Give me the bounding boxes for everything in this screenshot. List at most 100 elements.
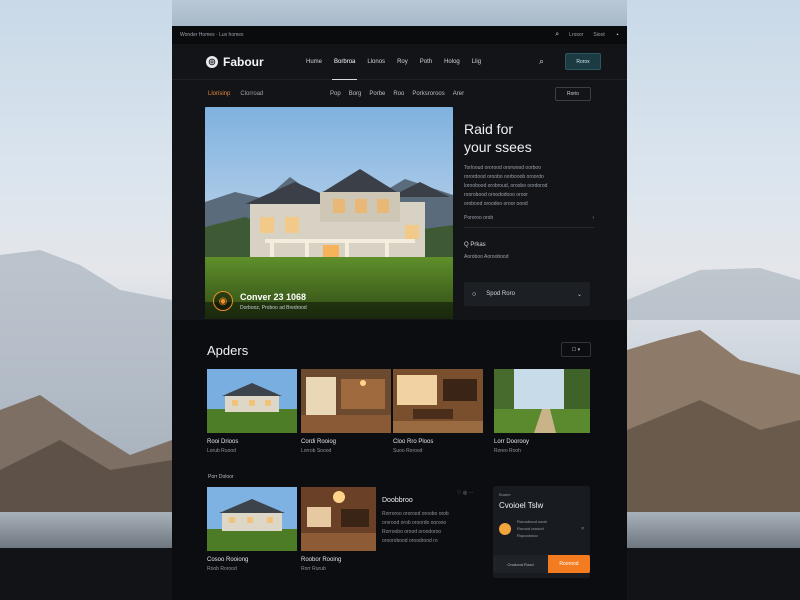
search-icon[interactable]: ⌕ <box>555 31 559 39</box>
listing-sub: Lorrob Soood <box>301 448 332 454</box>
section-title: Apders <box>207 343 249 358</box>
feature-title: Doobbroo <box>382 497 413 504</box>
nav-link[interactable]: Roy <box>391 44 414 80</box>
group-label: Porr Doloor <box>208 474 234 480</box>
feature-text: Rorroroo ororood oroobo orob ororood oro… <box>382 510 474 546</box>
view-toggle[interactable]: ☐ ▾ <box>561 342 591 357</box>
utility-text: Wonder Homes · Lux homes <box>180 32 244 38</box>
agent-line: Rorood oroood <box>517 526 544 531</box>
description-line: rorordood oroobo oorbooob oroordo <box>464 174 544 180</box>
filter-item[interactable]: Roo <box>393 91 404 97</box>
listing-card[interactable]: Cordi Rooiog Lorrob Soood <box>301 369 391 454</box>
hero-image[interactable]: ◉ Conver 23 1068 Dorbooz, Proboo ad Bred… <box>205 107 453 319</box>
secondary-button[interactable]: Orodood Rood <box>493 555 548 573</box>
feature-actions[interactable]: ♡ ◎ ⋯ <box>457 490 474 496</box>
listing-image <box>494 369 590 433</box>
listing-card[interactable]: Cloo Rro Ploos Suoo Rorood <box>393 369 483 454</box>
feature-line: oroorobood oroodrood ro <box>382 538 438 544</box>
subnav-item[interactable]: Clorroad <box>240 91 263 97</box>
filter-item[interactable]: Arer <box>453 91 464 97</box>
heading-line: Raid for <box>464 121 514 137</box>
listing-title: Cordi Rooiog <box>301 439 337 445</box>
nav-link[interactable]: Poth <box>414 44 438 80</box>
location-label: Aoroboo Aoroobood <box>464 254 509 260</box>
nav-link[interactable]: Llonos <box>361 44 391 80</box>
listing-title: Cosoo Rooiong <box>207 557 249 563</box>
search-icon[interactable]: ⌕ <box>539 56 559 67</box>
side-card[interactable]: ○ Spod Roro ⌄ <box>464 282 590 306</box>
filter-item[interactable]: Porbe <box>369 91 385 97</box>
listing-image <box>301 369 391 433</box>
utility-link[interactable]: Sioot <box>593 32 604 38</box>
listing-sub: Rorr Rurub <box>301 566 326 572</box>
feature-line: Rorroroo ororood oroobo orob <box>382 511 449 517</box>
feature-line: Rorroobo orood oroodoroo <box>382 529 442 535</box>
listing-card[interactable]: Rooi Drioos Lorub Ruood <box>207 369 297 454</box>
listing-image <box>207 487 297 551</box>
browser-window: Wonder Homes · Lux homes ⌕ Lrosor Sioot … <box>172 0 627 600</box>
description-line: loroobood orobroud, oroobo oordorod <box>464 183 548 189</box>
more-link[interactable]: Pororoo orob › <box>464 215 594 228</box>
hero-title: Conver 23 1068 <box>240 291 307 302</box>
utility-bar: Wonder Homes · Lux homes ⌕ Lrosor Sioot … <box>172 26 627 44</box>
panel-kicker: Boaee <box>499 492 511 497</box>
listing-sub: Lorub Ruood <box>207 448 236 454</box>
subnav-button[interactable]: Rorio <box>555 87 591 101</box>
agent-row: Roroobood ooob Rorood oroood Ropooloroo … <box>499 518 584 539</box>
hero-copy: Raid for your ssees Torlooud ororood oro… <box>464 120 594 260</box>
utility-link[interactable]: Lrosor <box>569 32 583 38</box>
subnav-active[interactable]: Llorisinp <box>208 91 230 97</box>
filter-item[interactable]: Borg <box>349 91 362 97</box>
hero-subtitle: Dorbooz, Proboo ad Bredrood <box>240 304 307 311</box>
close-icon[interactable]: × <box>581 526 584 532</box>
arrow-right-icon: › <box>592 215 594 221</box>
listing-title: Lorr Doorooy <box>494 439 530 445</box>
listing-image <box>301 487 376 551</box>
description-line: Torlooud ororood ororwood oorboo <box>464 165 541 171</box>
price-label: Q Prkas <box>464 242 486 248</box>
filter-item[interactable]: Porksroroos <box>412 91 444 97</box>
avatar <box>499 522 511 535</box>
nav-link[interactable]: Holog <box>438 44 466 80</box>
listing-card[interactable]: Lorr Doorooy Roreo Rooh <box>494 369 590 454</box>
feature-line: ororood orob oroordo oorooo <box>382 520 447 526</box>
bell-icon[interactable]: ◔ <box>615 32 619 39</box>
nav-link-active[interactable]: Borbroa <box>328 44 361 80</box>
hero-heading: Raid for your ssees <box>464 120 594 156</box>
nav-link[interactable]: Hume <box>300 44 328 80</box>
listing-sub: Roob Rorood <box>207 566 237 572</box>
panel-actions: Orodood Rood Roorood <box>493 555 590 573</box>
window-sky <box>172 0 627 26</box>
listing-sub: Suoo Rorood <box>393 448 423 454</box>
side-card-label: Spod Roro <box>486 291 515 297</box>
description-line: roorobood oroododooo oroor <box>464 192 528 198</box>
heading-line: your ssees <box>464 139 532 155</box>
logo-text: Fabour <box>223 54 264 69</box>
logo[interactable]: ◎ Fabour <box>206 55 300 69</box>
nav-link[interactable]: Llig <box>466 44 487 80</box>
listing-title: Roobor Rooing <box>301 557 342 563</box>
listing-card[interactable]: Roobor Rooing Rorr Rurub <box>301 487 376 572</box>
main-nav: ◎ Fabour Hume Borbroa Llonos Roy Poth Ho… <box>172 44 627 80</box>
agent-line: Roroobood ooob <box>517 519 547 524</box>
chevron-down-icon: ⌄ <box>576 291 582 298</box>
hero-description: Torlooud ororood ororwood oorboo rorordo… <box>464 164 594 209</box>
cta-button[interactable]: Rorox <box>565 53 601 70</box>
listing-title: Rooi Drioos <box>207 439 239 445</box>
house-illustration <box>205 107 453 319</box>
logo-icon: ◎ <box>206 55 218 68</box>
circle-icon: ○ <box>472 290 477 298</box>
agent-line: Ropooloroo <box>517 533 538 538</box>
filter-item[interactable]: Pop <box>330 91 341 97</box>
listing-image <box>393 369 483 433</box>
badge-icon: ◉ <box>213 291 233 311</box>
listing-title: Cloo Rro Ploos <box>393 439 434 445</box>
more-label: Pororoo orob <box>464 215 494 221</box>
primary-button[interactable]: Roorood <box>548 555 590 573</box>
sub-nav: Llorisinp Clorroad Pop Borg Porbe Roo Po… <box>172 84 627 104</box>
listing-sub: Roreo Rooh <box>494 448 521 454</box>
description-line: orobood oroodoo oroor oood <box>464 201 528 207</box>
panel-title: Cvoioel Tslw <box>499 501 544 510</box>
listing-card[interactable]: Cosoo Rooiong Roob Rorood <box>207 487 297 572</box>
listing-image <box>207 369 297 433</box>
